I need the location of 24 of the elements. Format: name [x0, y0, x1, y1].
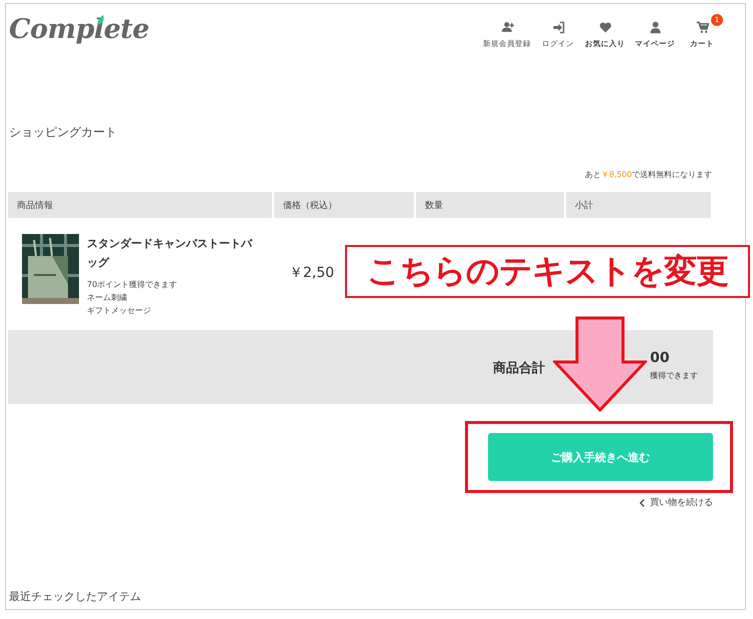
cart-icon — [696, 21, 708, 34]
column-header: 商品情報 — [8, 192, 273, 218]
points-text: 70ポイント獲得できます — [87, 279, 178, 291]
column-header: 小計 — [565, 192, 712, 218]
login-icon — [552, 21, 564, 34]
section-title: 最近チェックしたアイテム — [9, 589, 142, 604]
column-header: 価格（税込） — [273, 192, 415, 218]
chevron-left-icon — [639, 498, 645, 506]
total-label: 商品合計 — [493, 360, 545, 377]
points-text: 獲得できます — [650, 370, 698, 381]
column-header: 数量 — [415, 192, 565, 218]
heart-icon — [598, 21, 612, 34]
user-icon — [648, 21, 662, 34]
add-user-icon — [500, 21, 514, 34]
price-text: ￥2,50 — [289, 265, 334, 281]
page-title: ショッピングカート — [9, 124, 118, 141]
option-text: ギフトメッセージ — [87, 305, 152, 317]
shipping-notice: あと￥8,500で送料無料になります — [584, 169, 712, 180]
option-text: ネーム刺繍 — [87, 292, 128, 304]
continue-shopping-link[interactable]: 買い物を続ける — [639, 496, 713, 509]
logo[interactable]: Complete — [9, 14, 150, 45]
annotation-callout: こちらのテキストを変更 — [345, 245, 750, 298]
product-name[interactable]: スタンダードキャンバストートバッグ — [87, 234, 255, 272]
total-amount: 00 — [650, 350, 670, 366]
